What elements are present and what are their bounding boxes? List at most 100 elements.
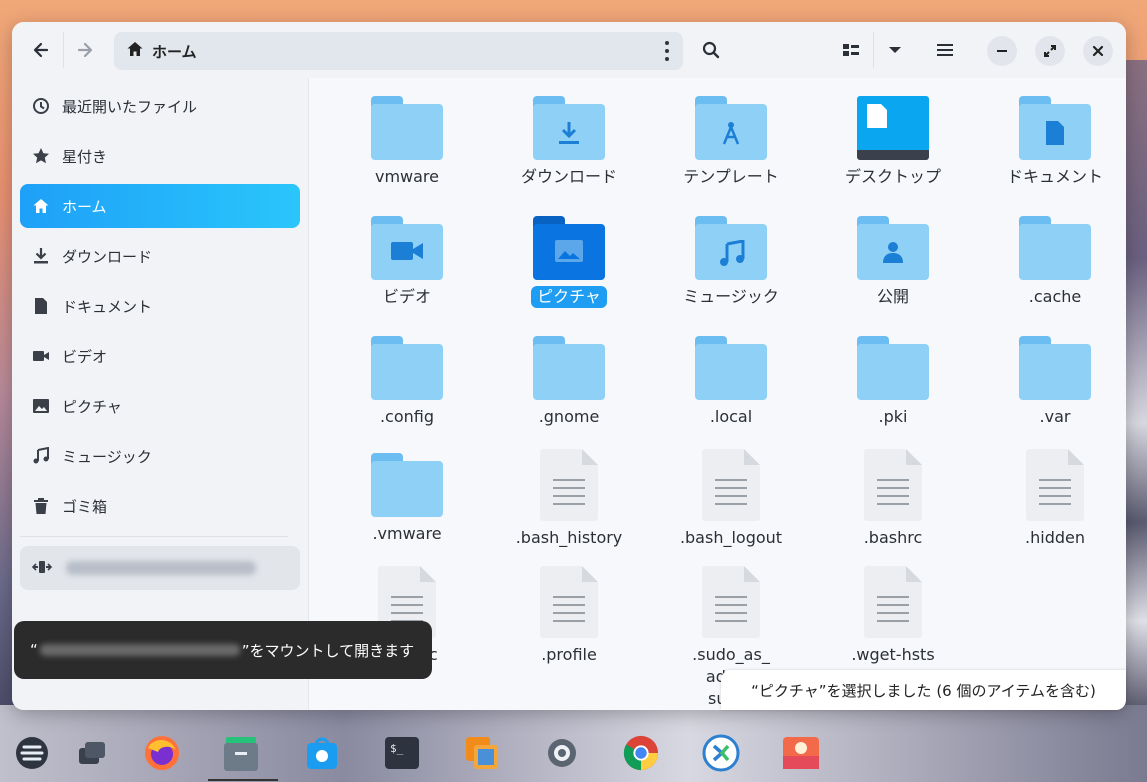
trash-icon	[32, 497, 50, 515]
folder-icon	[371, 336, 443, 400]
sidebar-item-starred[interactable]: 星付き	[20, 134, 300, 178]
file-name-label: ピクチャ	[531, 286, 607, 308]
file-grid: vmware ダウンロード テンプレート デスクトップ ドキュメントビデオ ピクチャ ミュー…	[310, 78, 1126, 710]
folder-icon	[857, 216, 929, 280]
sidebar-item-videos[interactable]: ビデオ	[20, 334, 300, 378]
files-icon[interactable]	[222, 734, 260, 772]
text-file-icon	[702, 566, 760, 638]
file-item[interactable]: .profile	[494, 566, 644, 666]
folder-item[interactable]: デスクトップ	[818, 96, 968, 188]
hamburger-menu-icon[interactable]	[928, 33, 962, 67]
folder-item[interactable]: .var	[980, 336, 1126, 428]
sidebar-item-recent[interactable]: 最近開いたファイル	[20, 84, 300, 128]
sidebar-item-trash[interactable]: ゴミ箱	[20, 484, 300, 528]
svg-text:$_: $_	[390, 742, 404, 755]
sidebar-divider	[20, 536, 288, 537]
sidebar-item-documents[interactable]: ドキュメント	[20, 284, 300, 328]
sidebar-item-pictures[interactable]: ピクチャ	[20, 384, 300, 428]
close-icon[interactable]	[1083, 36, 1113, 66]
file-manager-window: ホーム 最近開いたファイル 星付き ホーム ダウンロード ドキュメント ビデオ …	[12, 22, 1126, 710]
file-name-label: .sudo_as_	[692, 645, 770, 664]
file-name-label: .cache	[1028, 287, 1082, 306]
network-drive-icon	[31, 559, 53, 578]
sidebar-item-label: ビデオ	[62, 347, 108, 366]
virtualbox-icon[interactable]	[463, 734, 501, 772]
folder-icon	[857, 336, 929, 400]
folder-item[interactable]: .pki	[818, 336, 968, 428]
folder-item[interactable]: ダウンロード	[494, 96, 644, 188]
status-text: “ピクチャ”を選択しました (6 個のアイテムを含む)	[751, 681, 1096, 700]
text-file-icon	[1026, 449, 1084, 521]
file-item[interactable]: .wget-hsts	[818, 566, 968, 666]
folder-item[interactable]: ビデオ	[332, 216, 482, 308]
account-name-redacted	[66, 561, 256, 575]
sidebar-item-label: 最近開いたファイル	[62, 97, 198, 116]
headerbar: ホーム	[12, 22, 1126, 78]
folder-item[interactable]: ドキュメント	[980, 96, 1126, 188]
minimize-icon[interactable]	[987, 36, 1017, 66]
taskbar: $_	[0, 714, 1147, 782]
folder-item[interactable]: .gnome	[494, 336, 644, 428]
folder-icon	[1019, 96, 1091, 160]
terminal-icon[interactable]: $_	[383, 734, 421, 772]
file-item[interactable]: .hidden	[980, 449, 1126, 549]
chrome-icon[interactable]	[622, 734, 660, 772]
file-item[interactable]: .bash_logout	[656, 449, 806, 549]
maximize-icon[interactable]	[1035, 36, 1065, 66]
sidebar-item-music[interactable]: ミュージック	[20, 434, 300, 478]
path-menu-icon[interactable]	[665, 41, 669, 65]
file-name-label: 公開	[876, 287, 909, 306]
workspaces-icon[interactable]	[73, 734, 111, 772]
folder-icon	[695, 336, 767, 400]
file-name-label: .bash_history	[515, 528, 623, 547]
file-item[interactable]: .bash_history	[494, 449, 644, 549]
file-name-label: .pki	[878, 407, 908, 426]
search-icon[interactable]	[694, 33, 728, 67]
software-store-icon[interactable]	[303, 734, 341, 772]
folder-item[interactable]: テンプレート	[656, 96, 806, 188]
sidebar-item-downloads[interactable]: ダウンロード	[20, 234, 300, 278]
file-name-label: ミュージック	[683, 287, 779, 306]
folder-item[interactable]: 公開	[818, 216, 968, 308]
mount-notification: “ ”をマウントして開きます	[14, 621, 432, 679]
sidebar-item-network-account[interactable]	[20, 546, 300, 590]
music-icon	[32, 447, 50, 465]
zorin-menu-icon[interactable]	[13, 734, 51, 772]
folder-item[interactable]: .config	[332, 336, 482, 428]
file-name-label: .var	[1039, 407, 1071, 426]
folder-item[interactable]: .local	[656, 336, 806, 428]
path-label: ホーム	[152, 42, 197, 61]
folder-icon	[1019, 336, 1091, 400]
file-name-label: デスクトップ	[844, 167, 941, 186]
image-viewer-icon[interactable]	[782, 734, 820, 772]
sidebar-item-home[interactable]: ホーム	[20, 184, 300, 228]
folder-icon	[695, 216, 767, 280]
file-name-label: .local	[709, 407, 753, 426]
folder-item[interactable]: ピクチャ	[494, 216, 644, 308]
chevron-down-icon[interactable]	[878, 33, 912, 67]
forward-arrow-icon[interactable]	[68, 33, 102, 67]
grid-view-icon[interactable]	[834, 33, 868, 67]
file-name-label: .wget-hsts	[851, 645, 935, 664]
toast-text: ”をマウントして開きます	[241, 641, 415, 660]
settings-icon[interactable]	[543, 734, 581, 772]
folder-icon	[1019, 216, 1091, 280]
text-file-icon	[864, 566, 922, 638]
file-name-label: テンプレート	[683, 167, 779, 186]
folder-item[interactable]: .vmware	[332, 453, 482, 545]
star-icon	[32, 147, 50, 165]
sidebar-item-label: ミュージック	[62, 447, 152, 466]
picture-icon	[32, 397, 50, 415]
text-file-icon	[864, 449, 922, 521]
folder-item[interactable]: vmware	[332, 96, 482, 188]
folder-icon	[371, 216, 443, 280]
account-name-redacted	[39, 644, 240, 656]
firefox-icon[interactable]	[143, 734, 181, 772]
path-bar[interactable]: ホーム	[114, 32, 683, 70]
running-indicator	[208, 779, 278, 781]
folder-item[interactable]: ミュージック	[656, 216, 806, 308]
remote-desktop-icon[interactable]	[702, 734, 740, 772]
back-arrow-icon[interactable]	[24, 33, 58, 67]
file-item[interactable]: .bashrc	[818, 449, 968, 549]
folder-item[interactable]: .cache	[980, 216, 1126, 308]
